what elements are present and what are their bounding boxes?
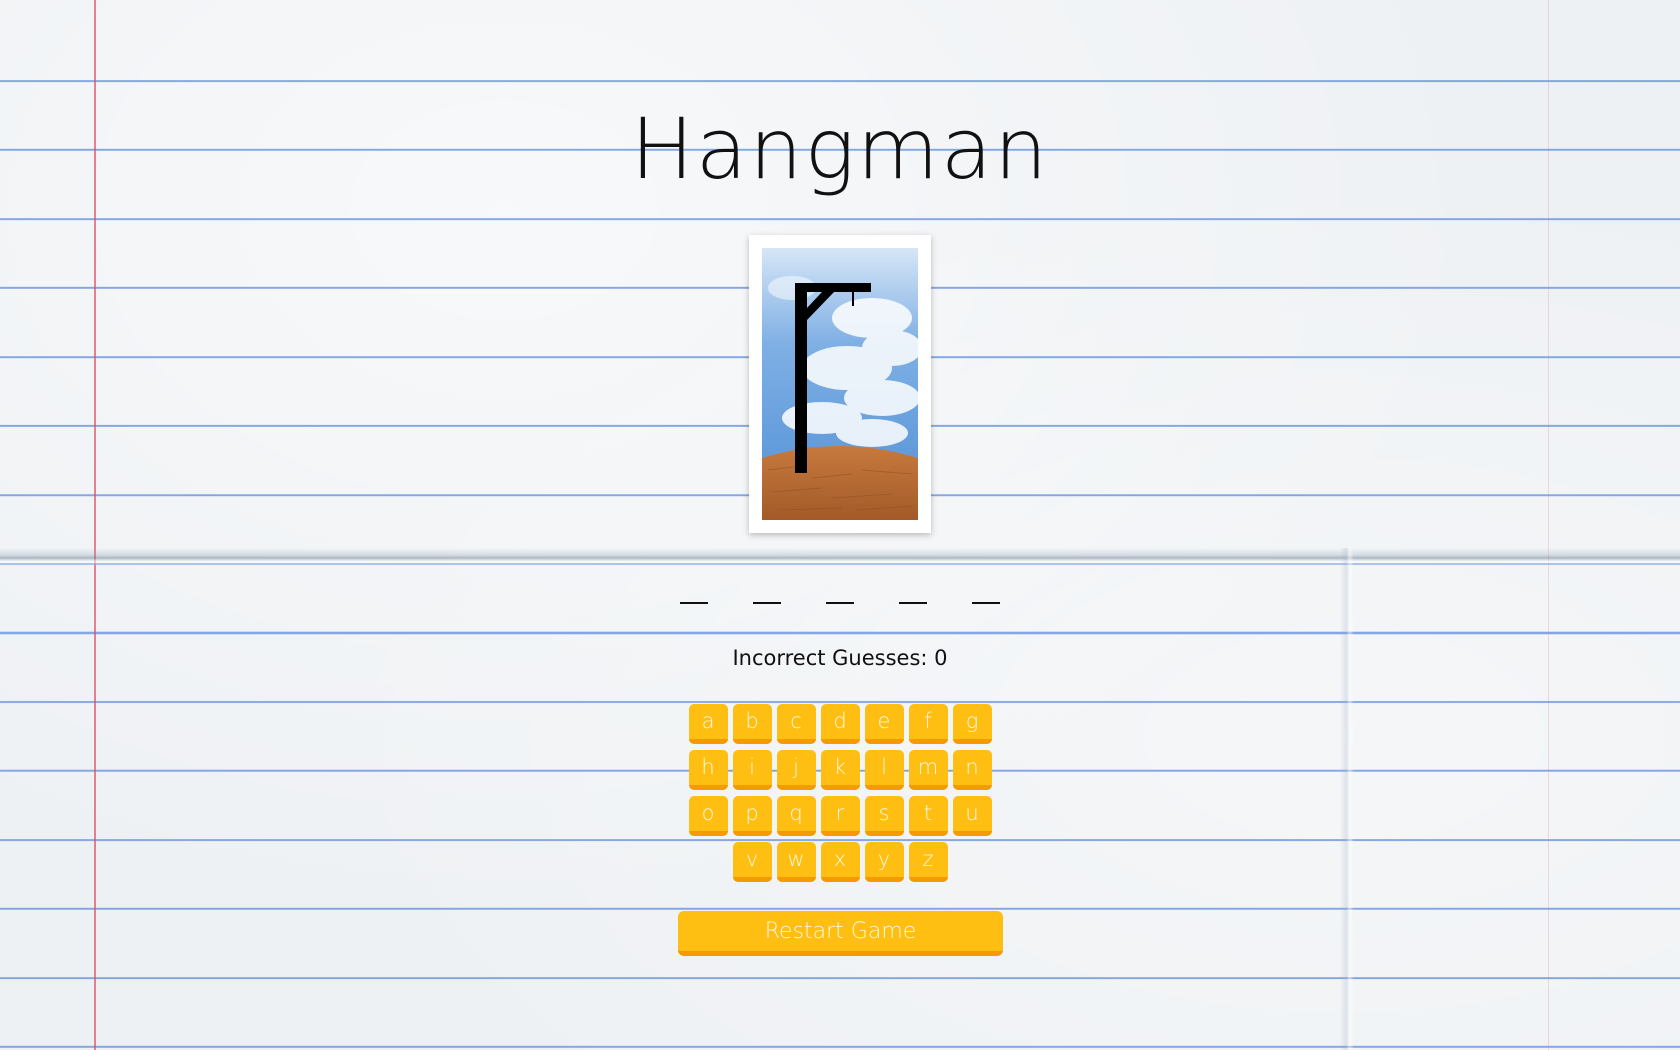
keyboard-row: a b c d e f g <box>0 704 1680 744</box>
restart-game-button[interactable]: Restart Game <box>678 911 1003 956</box>
key-j[interactable]: j <box>776 750 816 790</box>
key-s[interactable]: s <box>864 796 904 836</box>
ground <box>762 446 918 520</box>
key-i[interactable]: i <box>732 750 772 790</box>
word-blanks <box>0 578 1680 604</box>
paper-crease <box>0 548 1680 566</box>
key-y[interactable]: y <box>864 842 904 882</box>
key-h[interactable]: h <box>688 750 728 790</box>
letter-blank <box>899 602 928 604</box>
key-w[interactable]: w <box>776 842 816 882</box>
keyboard-row: h i j k l m n <box>0 750 1680 790</box>
key-c[interactable]: c <box>776 704 816 744</box>
key-a[interactable]: a <box>688 704 728 744</box>
letter-blank <box>826 602 854 604</box>
key-u[interactable]: u <box>952 796 992 836</box>
key-b[interactable]: b <box>732 704 772 744</box>
key-q[interactable]: q <box>776 796 816 836</box>
key-z[interactable]: z <box>908 842 948 882</box>
keyboard-row: o p q r s t u <box>0 796 1680 836</box>
hangman-picture-frame <box>749 235 931 533</box>
key-o[interactable]: o <box>688 796 728 836</box>
page-title: Hangman <box>630 100 1050 198</box>
key-t[interactable]: t <box>908 796 948 836</box>
key-m[interactable]: m <box>908 750 948 790</box>
key-f[interactable]: f <box>908 704 948 744</box>
key-l[interactable]: l <box>864 750 904 790</box>
key-r[interactable]: r <box>820 796 860 836</box>
key-v[interactable]: v <box>732 842 772 882</box>
key-p[interactable]: p <box>732 796 772 836</box>
key-d[interactable]: d <box>820 704 860 744</box>
key-g[interactable]: g <box>952 704 992 744</box>
gallows-image <box>762 248 918 520</box>
key-k[interactable]: k <box>820 750 860 790</box>
key-x[interactable]: x <box>820 842 860 882</box>
letter-blank <box>972 602 1001 604</box>
incorrect-guesses-counter: Incorrect Guesses: 0 <box>732 646 948 670</box>
key-n[interactable]: n <box>952 750 992 790</box>
letter-keyboard: a b c d e f g h i j k l m n o p q r s t … <box>0 704 1680 888</box>
letter-blank <box>679 602 708 604</box>
key-e[interactable]: e <box>864 704 904 744</box>
letter-blank <box>752 602 781 604</box>
keyboard-row: v w x y z <box>0 842 1680 882</box>
